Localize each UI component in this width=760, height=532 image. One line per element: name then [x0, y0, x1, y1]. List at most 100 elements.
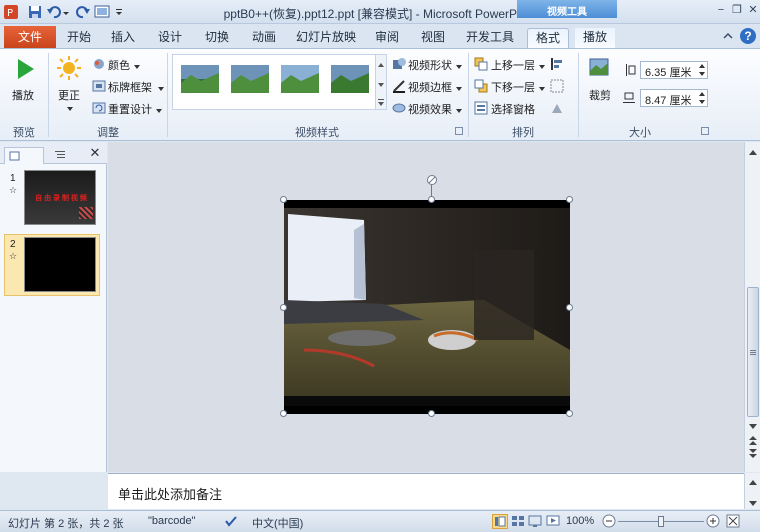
- video-effects-dropdown-icon[interactable]: [456, 105, 463, 117]
- slides-panel-header: ✕: [0, 142, 107, 164]
- collapse-ribbon-icon[interactable]: [722, 30, 734, 42]
- send-backward-button[interactable]: 下移一层: [491, 79, 535, 95]
- language-indicator[interactable]: 中文(中国): [252, 515, 303, 531]
- slide-1-number: 1: [10, 173, 16, 184]
- tab-transitions[interactable]: 切换: [200, 28, 234, 48]
- reset-design-button[interactable]: 重置设计: [108, 101, 152, 117]
- zoom-slider-thumb[interactable]: [658, 516, 664, 527]
- color-dropdown-icon[interactable]: [134, 61, 141, 73]
- video-border-button[interactable]: 视频边框: [408, 79, 452, 95]
- zoom-level[interactable]: 100%: [566, 515, 594, 527]
- resize-handle-top-left[interactable]: [280, 196, 287, 203]
- close-panel-icon[interactable]: ✕: [88, 145, 102, 160]
- crop-icon: [586, 55, 612, 81]
- slide-1-title: 自 由 录 制 视 频: [35, 195, 87, 202]
- slide-2-thumbnail[interactable]: [24, 237, 96, 292]
- tab-developer[interactable]: 开发工具: [461, 28, 519, 48]
- tab-review[interactable]: 审阅: [370, 28, 404, 48]
- tab-home[interactable]: 开始: [62, 28, 96, 48]
- tab-outline-icon[interactable]: [46, 147, 76, 164]
- video-styles-launcher-icon[interactable]: [455, 127, 463, 135]
- rotate-icon[interactable]: [550, 101, 564, 115]
- tab-insert[interactable]: 插入: [106, 28, 140, 48]
- play-button[interactable]: 播放: [12, 87, 34, 103]
- ribbon: 播放 预览 更正 颜色 标牌框架 重置设计 调整 视频形状 视频边框 视频效果 …: [0, 48, 760, 141]
- width-spinner-icon[interactable]: [697, 90, 707, 106]
- notes-scrollbar[interactable]: [744, 473, 760, 509]
- next-slide-icon[interactable]: [748, 448, 758, 463]
- reset-design-icon: [92, 101, 106, 115]
- theme-name[interactable]: "barcode": [148, 515, 196, 527]
- align-icon[interactable]: [550, 57, 564, 71]
- notes-pane[interactable]: 单击此处添加备注: [108, 473, 744, 509]
- video-border-dropdown-icon[interactable]: [456, 83, 463, 95]
- scroll-down-icon[interactable]: [748, 422, 758, 434]
- color-icon: [92, 57, 106, 71]
- size-launcher-icon[interactable]: [701, 127, 709, 135]
- bring-forward-icon: [474, 57, 488, 71]
- video-style-thumb-1[interactable]: [181, 65, 219, 93]
- correct-button[interactable]: 更正: [58, 87, 80, 103]
- bring-forward-button[interactable]: 上移一层: [491, 57, 535, 73]
- slideshow-view-icon[interactable]: [546, 514, 560, 528]
- height-spinner-icon[interactable]: [697, 62, 707, 78]
- previous-slide-icon[interactable]: [748, 434, 758, 449]
- video-shape-dropdown-icon[interactable]: [456, 61, 463, 73]
- video-frame: [284, 208, 570, 406]
- resize-handle-right[interactable]: [566, 304, 573, 311]
- group-objects-icon[interactable]: [550, 79, 564, 93]
- tab-view[interactable]: 视图: [416, 28, 450, 48]
- video-tools-context-label: 视频工具: [517, 0, 617, 18]
- video-style-thumb-4[interactable]: [331, 65, 369, 93]
- scroll-thumb[interactable]: [747, 287, 759, 417]
- slide-1-thumbnail[interactable]: 自 由 录 制 视 频: [24, 170, 96, 225]
- crop-button[interactable]: 裁剪: [589, 87, 611, 103]
- slide-1-decoration: [79, 207, 93, 219]
- notes-placeholder[interactable]: 单击此处添加备注: [118, 484, 222, 503]
- notes-scroll-up-icon[interactable]: [748, 477, 758, 489]
- resize-handle-bottom-right[interactable]: [566, 410, 573, 417]
- rotate-handle-icon[interactable]: [426, 174, 438, 186]
- close-button[interactable]: ✕: [744, 3, 760, 17]
- video-object[interactable]: [284, 200, 570, 414]
- bring-forward-dropdown-icon[interactable]: [539, 61, 546, 73]
- zoom-out-icon[interactable]: [602, 514, 616, 528]
- tab-design[interactable]: 设计: [153, 28, 187, 48]
- resize-handle-top-right[interactable]: [566, 196, 573, 203]
- gallery-scroll[interactable]: [375, 54, 387, 110]
- poster-frame-button[interactable]: 标牌框架: [108, 79, 152, 95]
- tab-slides[interactable]: [4, 147, 44, 164]
- slide-sorter-icon[interactable]: [511, 514, 525, 528]
- send-backward-dropdown-icon[interactable]: [539, 83, 546, 95]
- video-shape-button[interactable]: 视频形状: [408, 57, 452, 73]
- correct-dropdown-icon[interactable]: [66, 103, 74, 111]
- poster-frame-dropdown-icon[interactable]: [158, 83, 165, 95]
- help-icon[interactable]: ?: [740, 28, 756, 44]
- zoom-in-icon[interactable]: [706, 514, 720, 528]
- video-effects-icon: [392, 101, 406, 115]
- reset-design-dropdown-icon[interactable]: [156, 105, 163, 117]
- slide-canvas: [108, 142, 744, 472]
- resize-handle-top[interactable]: [428, 196, 435, 203]
- resize-handle-left[interactable]: [280, 304, 287, 311]
- fit-to-window-icon[interactable]: [726, 514, 740, 528]
- normal-view-icon[interactable]: [492, 514, 508, 529]
- slide-count[interactable]: 幻灯片 第 2 张，共 2 张: [8, 515, 124, 531]
- video-style-thumb-2[interactable]: [231, 65, 269, 93]
- tab-animations[interactable]: 动画: [247, 28, 281, 48]
- video-effects-button[interactable]: 视频效果: [408, 101, 452, 117]
- status-bar: 幻灯片 第 2 张，共 2 张 "barcode" 中文(中国) 100%: [0, 510, 760, 532]
- spell-check-icon[interactable]: [224, 514, 238, 528]
- vertical-scrollbar[interactable]: [744, 142, 760, 472]
- selection-pane-button[interactable]: 选择窗格: [491, 101, 535, 117]
- tab-playback[interactable]: 播放: [575, 28, 615, 48]
- scroll-up-icon[interactable]: [748, 147, 758, 159]
- color-button[interactable]: 颜色: [108, 57, 130, 73]
- resize-handle-bottom[interactable]: [428, 410, 435, 417]
- video-style-thumb-3[interactable]: [281, 65, 319, 93]
- tab-format[interactable]: 格式: [527, 28, 569, 48]
- tab-slideshow[interactable]: 幻灯片放映: [293, 28, 359, 48]
- reading-view-icon[interactable]: [528, 514, 542, 528]
- resize-handle-bottom-left[interactable]: [280, 410, 287, 417]
- tab-file[interactable]: 文件: [4, 26, 56, 48]
